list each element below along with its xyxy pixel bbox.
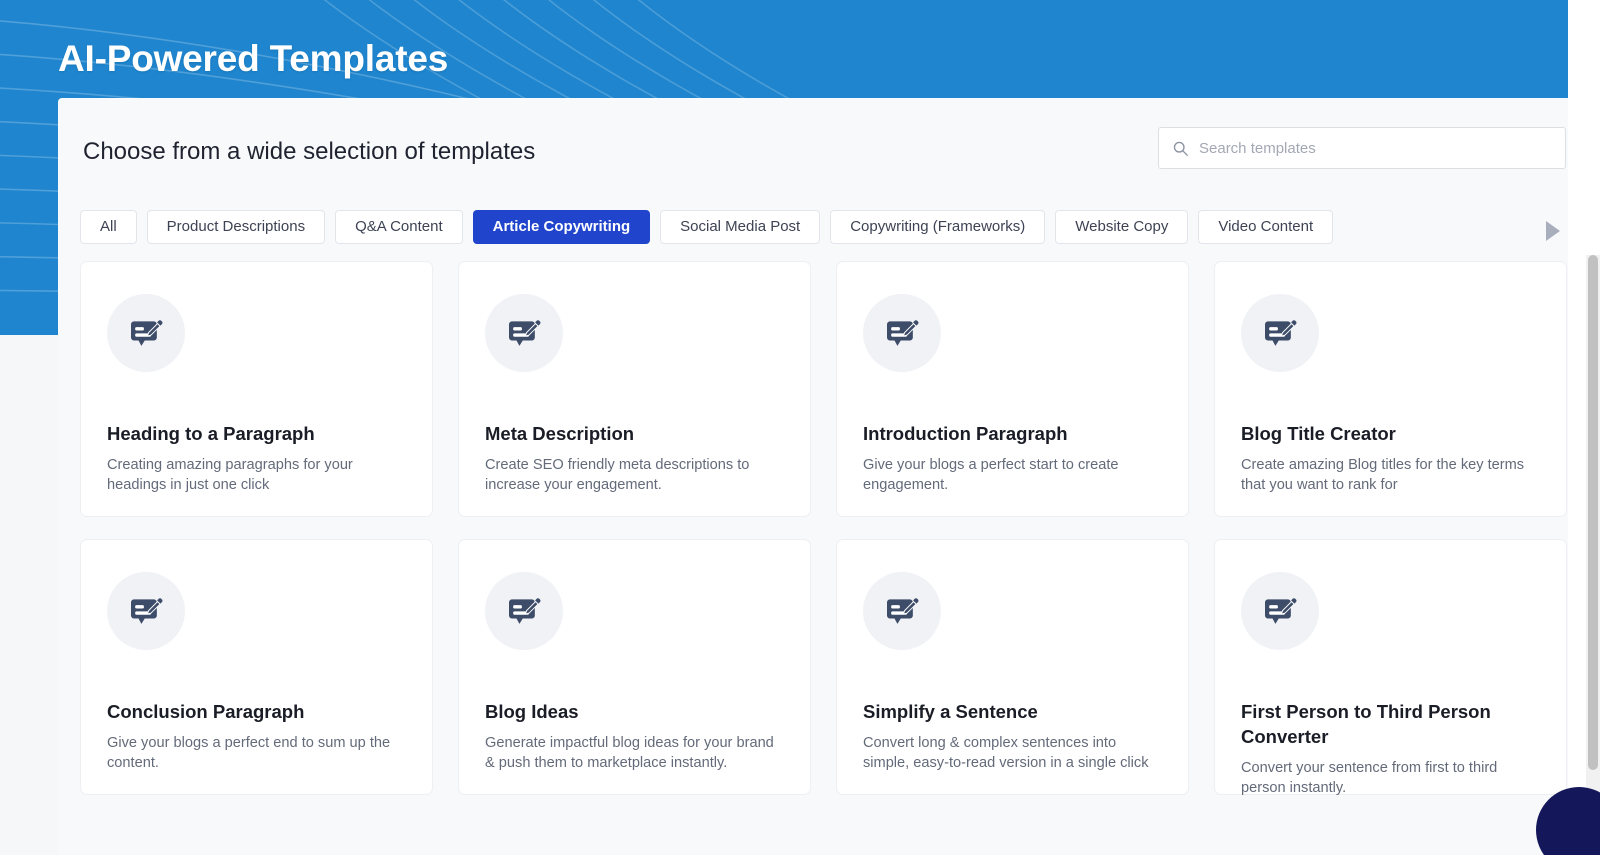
template-icon-badge (863, 294, 941, 372)
template-card[interactable]: Meta Description Create SEO friendly meta… (458, 261, 811, 517)
chat-bubble-pencil-icon (882, 591, 922, 631)
category-tab-label: Copywriting (Frameworks) (850, 218, 1025, 235)
template-card-description: Create amazing Blog titles for the key t… (1241, 456, 1540, 496)
category-tab-label: All (100, 218, 117, 235)
template-card-description: Create SEO friendly meta descriptions to… (485, 456, 784, 496)
category-tab-4[interactable]: Social Media Post (660, 210, 820, 244)
template-card[interactable]: Simplify a Sentence Convert long & comple… (836, 539, 1189, 795)
templates-row: Heading to a Paragraph Creating amazing p… (80, 261, 1568, 517)
search-input[interactable] (1199, 140, 1549, 157)
category-tab-label: Product Descriptions (167, 218, 305, 235)
template-card-title: Conclusion Paragraph (107, 700, 406, 725)
category-tab-label: Video Content (1218, 218, 1313, 235)
chevron-right-icon[interactable] (1546, 221, 1560, 241)
page-scrollbar[interactable] (1586, 255, 1600, 855)
category-tab-label: Website Copy (1075, 218, 1168, 235)
template-icon-badge (1241, 572, 1319, 650)
template-card[interactable]: Blog Title Creator Create amazing Blog ti… (1214, 261, 1567, 517)
template-card-title: Meta Description (485, 422, 784, 447)
template-icon-badge (863, 572, 941, 650)
category-tab-label: Article Copywriting (493, 218, 631, 235)
chat-bubble-pencil-icon (126, 591, 166, 631)
template-card-description: Convert your sentence from first to thir… (1241, 759, 1540, 799)
template-card-description: Convert long & complex sentences into si… (863, 734, 1162, 774)
chat-bubble-pencil-icon (882, 313, 922, 353)
template-card[interactable]: Introduction Paragraph Give your blogs a … (836, 261, 1189, 517)
template-icon-badge (1241, 294, 1319, 372)
chat-bubble-pencil-icon (1260, 591, 1300, 631)
category-tab-1[interactable]: Product Descriptions (147, 210, 325, 244)
templates-grid: Heading to a Paragraph Creating amazing p… (58, 261, 1568, 855)
category-tab-7[interactable]: Video Content (1198, 210, 1333, 244)
panel-heading: Choose from a wide selection of template… (83, 138, 535, 166)
search-box[interactable] (1158, 127, 1566, 169)
templates-panel: Choose from a wide selection of template… (58, 98, 1568, 855)
template-card-description: Generate impactful blog ideas for your b… (485, 734, 784, 774)
app-root: AI-Powered Templates Choose from a wide … (0, 0, 1600, 855)
chat-bubble-pencil-icon (1260, 313, 1300, 353)
chat-bubble-pencil-icon (504, 591, 544, 631)
category-tabs: All Product Descriptions Q&A Content Articl… (58, 210, 1568, 256)
template-card-description: Give your blogs a perfect end to sum up … (107, 734, 406, 774)
category-tab-label: Q&A Content (355, 218, 443, 235)
templates-row: Conclusion Paragraph Give your blogs a pe… (80, 539, 1568, 795)
category-tab-3[interactable]: Article Copywriting (473, 210, 651, 244)
template-card-title: Blog Title Creator (1241, 422, 1540, 447)
page-title: AI-Powered Templates (58, 38, 448, 80)
category-tab-2[interactable]: Q&A Content (335, 210, 463, 244)
category-tabs-strip: All Product Descriptions Q&A Content Articl… (80, 210, 1343, 256)
template-icon-badge (107, 572, 185, 650)
template-card-title: Introduction Paragraph (863, 422, 1162, 447)
template-card[interactable]: Blog Ideas Generate impactful blog ideas … (458, 539, 811, 795)
category-tab-6[interactable]: Website Copy (1055, 210, 1188, 244)
template-card-title: Simplify a Sentence (863, 700, 1162, 725)
category-tab-5[interactable]: Copywriting (Frameworks) (830, 210, 1045, 244)
template-card-title: Blog Ideas (485, 700, 784, 725)
template-icon-badge (107, 294, 185, 372)
template-card[interactable]: First Person to Third Person ConverterCo… (1214, 539, 1567, 795)
template-icon-badge (485, 294, 563, 372)
page-scrollbar-thumb[interactable] (1588, 255, 1598, 770)
template-card-description: Creating amazing paragraphs for your hea… (107, 456, 406, 496)
category-tab-label: Social Media Post (680, 218, 800, 235)
search-icon (1172, 140, 1189, 157)
template-card[interactable]: Heading to a Paragraph Creating amazing p… (80, 261, 433, 517)
chat-bubble-pencil-icon (504, 313, 544, 353)
template-card[interactable]: Conclusion Paragraph Give your blogs a pe… (80, 539, 433, 795)
chat-bubble-pencil-icon (126, 313, 166, 353)
template-icon-badge (485, 572, 563, 650)
template-card-title: First Person to Third Person Converter (1241, 700, 1540, 750)
template-card-title: Heading to a Paragraph (107, 422, 406, 447)
template-card-description: Give your blogs a perfect start to creat… (863, 456, 1162, 496)
category-tab-0[interactable]: All (80, 210, 137, 244)
